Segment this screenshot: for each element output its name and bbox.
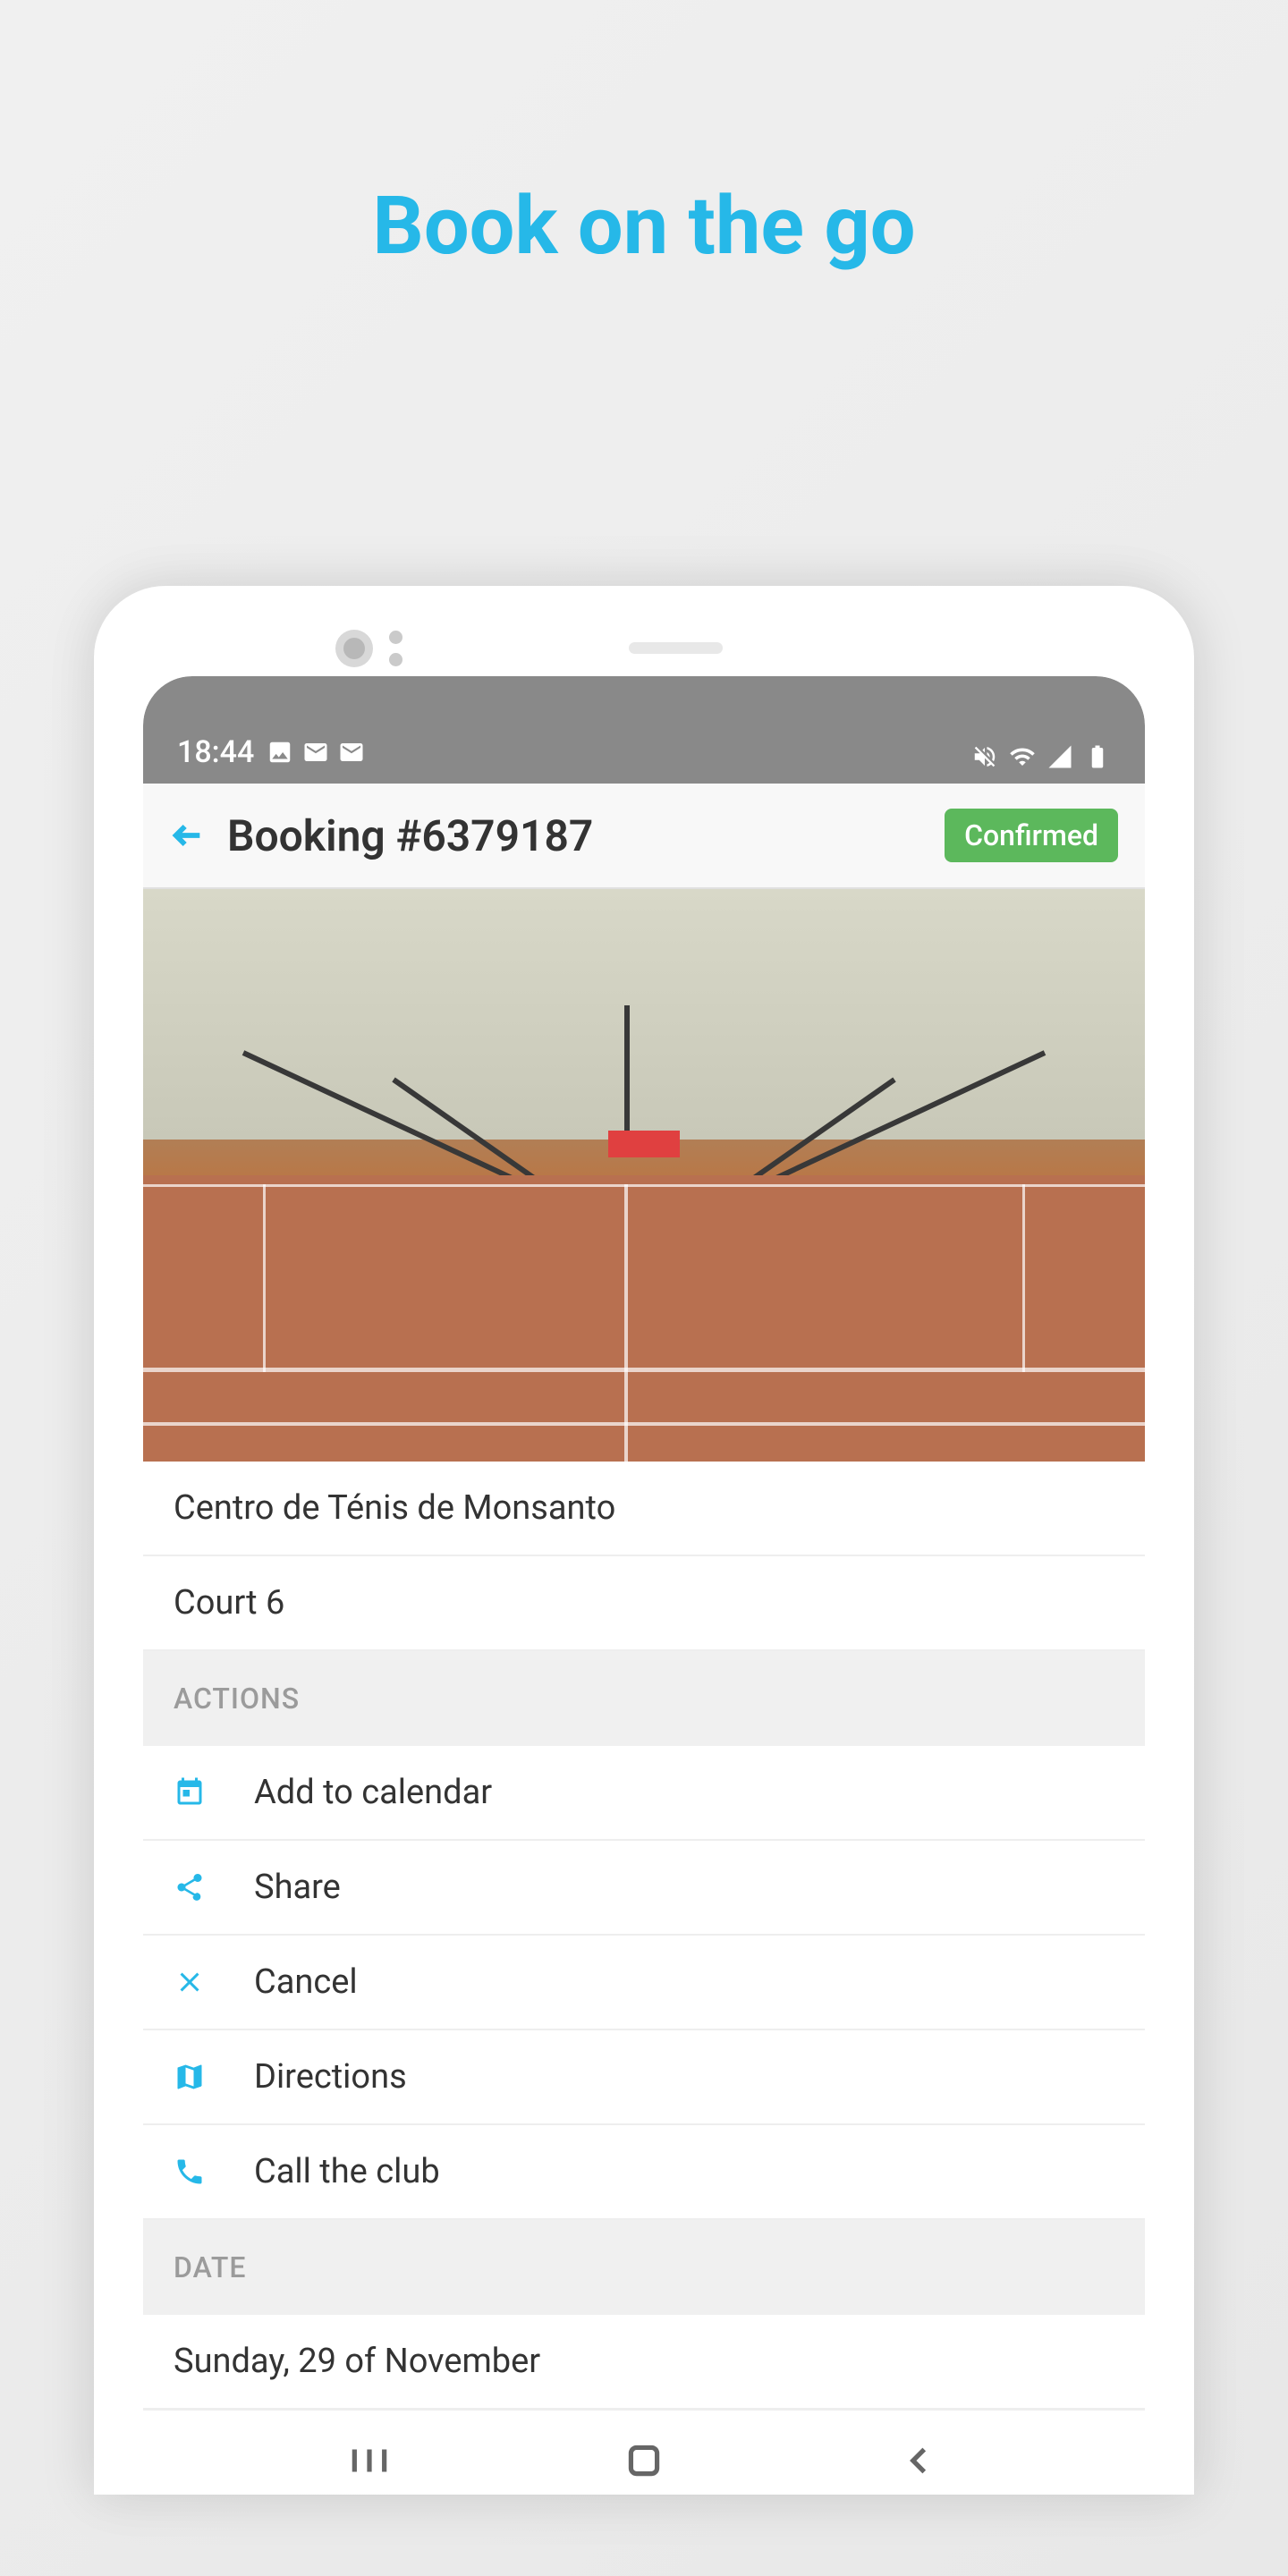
share-icon [174,1871,206,1903]
action-label: Directions [254,2057,407,2097]
action-label: Add to calendar [254,1773,492,1812]
phone-frame: 18:44 Booking #6379187 [94,586,1194,2495]
map-icon [174,2061,206,2093]
signal-icon [1046,743,1073,770]
status-bar: 18:44 [143,676,1145,784]
share-button[interactable]: Share [143,1841,1145,1936]
image-icon [267,739,293,766]
status-badge: Confirmed [945,809,1118,862]
recent-apps-icon[interactable] [347,2438,392,2483]
phone-screen: 18:44 Booking #6379187 [143,676,1145,2495]
action-label: Cancel [254,1962,358,2002]
sensor-dot-icon [389,631,402,644]
promo-title: Book on the go [0,0,1288,362]
court-name: Court 6 [143,1556,1145,1651]
mail-icon [338,739,365,766]
directions-button[interactable]: Directions [143,2030,1145,2125]
android-nav-bar [143,2410,1145,2495]
app-header: Booking #6379187 Confirmed [143,784,1145,889]
mute-icon [971,743,998,770]
action-label: Call the club [254,2152,440,2191]
home-icon[interactable] [622,2438,666,2483]
venue-name: Centro de Ténis de Monsanto [143,1462,1145,1556]
sensor-dot-icon [389,653,402,666]
back-nav-icon[interactable] [896,2438,941,2483]
actions-section-header: ACTIONS [143,1651,1145,1746]
battery-icon [1084,743,1111,770]
camera-icon [335,630,373,667]
phone-hardware-top [143,635,1145,676]
call-club-button[interactable]: Call the club [143,2125,1145,2220]
cancel-button[interactable]: Cancel [143,1936,1145,2030]
back-arrow-icon[interactable] [170,818,206,853]
venue-image [143,889,1145,1462]
action-label: Share [254,1868,341,1907]
page-title: Booking #6379187 [227,810,593,861]
calendar-icon [174,1776,206,1809]
close-icon [174,1966,206,1998]
status-time: 18:44 [177,734,254,770]
mail-icon [302,739,329,766]
add-to-calendar-button[interactable]: Add to calendar [143,1746,1145,1841]
date-section-header: DATE [143,2220,1145,2315]
speaker-icon [629,642,723,654]
booking-date: Sunday, 29 of November [143,2315,1145,2410]
phone-icon [174,2156,206,2188]
wifi-icon [1009,743,1036,770]
